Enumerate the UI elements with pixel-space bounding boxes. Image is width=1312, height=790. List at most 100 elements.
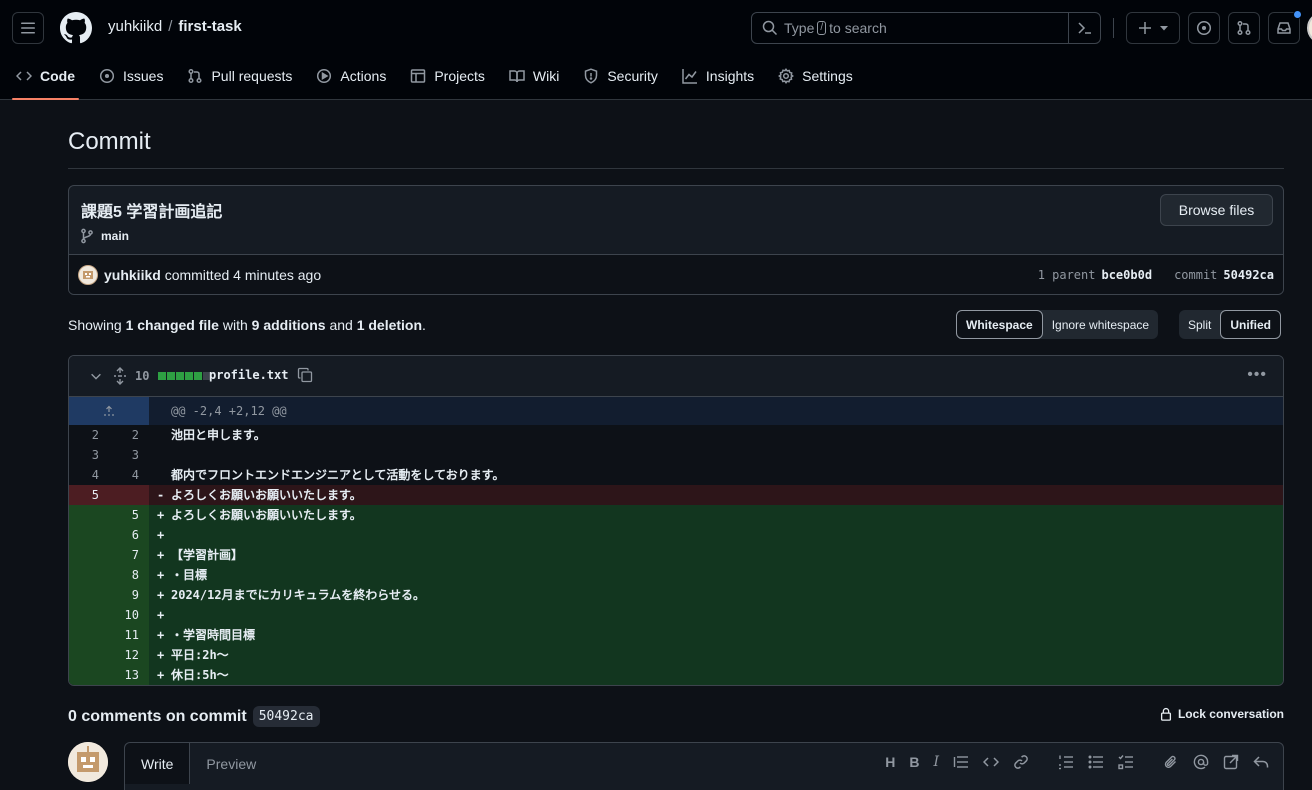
repo-name-link[interactable]: first-task: [178, 18, 241, 35]
tab-label: Issues: [123, 68, 164, 84]
bold-icon[interactable]: B: [909, 754, 919, 770]
old-line-number[interactable]: 2: [69, 425, 109, 445]
old-line-number[interactable]: [69, 645, 109, 665]
search-placeholder-prefix: Type: [784, 20, 815, 36]
new-line-number[interactable]: 6: [109, 525, 149, 545]
reference-icon[interactable]: [1223, 754, 1239, 770]
repo-owner-link[interactable]: yuhkiikd: [108, 18, 162, 35]
branch-label[interactable]: main: [79, 228, 129, 244]
italic-icon[interactable]: I: [933, 754, 939, 770]
tab-settings[interactable]: Settings: [770, 56, 861, 96]
summary-text: .: [422, 317, 426, 333]
tab-insights[interactable]: Insights: [674, 56, 762, 96]
commit-sha: 50492ca: [1223, 268, 1274, 282]
parent-sha-link[interactable]: bce0b0d: [1101, 268, 1152, 282]
old-line-number[interactable]: 3: [69, 445, 109, 465]
tab-wiki[interactable]: Wiki: [501, 56, 567, 96]
browse-files-button[interactable]: Browse files: [1160, 194, 1273, 226]
heading-icon[interactable]: H: [885, 754, 895, 770]
new-line-number[interactable]: 3: [109, 445, 149, 465]
old-line-number[interactable]: [69, 505, 109, 525]
search-input[interactable]: Type / to search: [751, 12, 1101, 44]
tab-security[interactable]: Security: [575, 56, 666, 96]
diff-line-add: 10 +: [69, 605, 1283, 625]
tab-pull-requests[interactable]: Pull requests: [179, 56, 300, 96]
chevron-down-icon: [1160, 26, 1168, 31]
reply-icon[interactable]: [1253, 754, 1269, 770]
expand-up-button[interactable]: [69, 397, 149, 425]
copy-icon[interactable]: [297, 367, 313, 383]
new-line-number[interactable]: 13: [109, 665, 149, 685]
tab-issues[interactable]: Issues: [91, 56, 171, 96]
split-option[interactable]: Split: [1179, 310, 1220, 339]
file-name-link[interactable]: profile.txt: [209, 368, 288, 382]
preview-tab[interactable]: Preview: [190, 743, 272, 784]
inbox-button[interactable]: [1268, 10, 1302, 44]
new-line-number[interactable]: 5: [109, 505, 149, 525]
tab-projects[interactable]: Projects: [402, 56, 493, 96]
tab-label: Code: [40, 68, 75, 84]
old-line-number[interactable]: [69, 605, 109, 625]
old-line-number[interactable]: [69, 565, 109, 585]
write-tab[interactable]: Write: [125, 743, 191, 784]
new-line-number[interactable]: 10: [109, 605, 149, 625]
your-pull-requests-button[interactable]: [1228, 12, 1260, 44]
chevron-down-icon[interactable]: [89, 369, 103, 383]
comments-commit-sha: 50492ca: [252, 706, 320, 727]
diff-line-ctx: 2 2 池田と申します。: [69, 425, 1283, 445]
branch-name: main: [101, 229, 130, 243]
new-line-number[interactable]: 8: [109, 565, 149, 585]
attach-icon[interactable]: [1163, 754, 1179, 770]
author-avatar[interactable]: [78, 265, 98, 285]
whitespace-option[interactable]: Whitespace: [956, 310, 1043, 339]
old-line-number[interactable]: 5: [69, 485, 109, 505]
old-line-number[interactable]: [69, 525, 109, 545]
summary-text: Showing: [68, 317, 122, 333]
diff-code: ・学習時間目標: [171, 628, 256, 642]
old-line-number[interactable]: [69, 625, 109, 645]
old-line-number[interactable]: [69, 545, 109, 565]
lock-conversation-button[interactable]: Lock conversation: [1159, 707, 1284, 721]
commit-parent-info: 1 parent bce0b0d commit 50492ca: [1038, 268, 1274, 282]
tab-label: Pull requests: [211, 68, 293, 84]
your-issues-button[interactable]: [1188, 12, 1220, 44]
link-icon[interactable]: [1013, 754, 1029, 770]
diff-code: よろしくお願いお願いいたします。: [171, 488, 362, 502]
hamburger-icon: [21, 22, 35, 34]
unified-option[interactable]: Unified: [1220, 310, 1282, 339]
old-line-number[interactable]: [69, 585, 109, 605]
hunk-range: @@ -2,4 +2,12 @@: [171, 404, 287, 418]
unfold-icon[interactable]: [113, 367, 127, 385]
new-line-number[interactable]: [109, 485, 149, 505]
ordered-list-icon[interactable]: [1058, 754, 1074, 770]
unordered-list-icon[interactable]: [1088, 754, 1104, 770]
new-line-number[interactable]: 7: [109, 545, 149, 565]
diff-code: 2024/12月までにカリキュラムを終わらせる。: [171, 588, 425, 602]
new-line-number[interactable]: 4: [109, 465, 149, 485]
code-icon[interactable]: [983, 754, 999, 770]
menu-button[interactable]: [12, 12, 44, 44]
quote-icon[interactable]: [953, 754, 969, 770]
command-palette-button[interactable]: [1068, 13, 1100, 43]
diff-sign: +: [157, 668, 165, 682]
kebab-menu-icon[interactable]: •••: [1247, 366, 1267, 384]
ignore-whitespace-option[interactable]: Ignore whitespace: [1043, 310, 1158, 339]
mention-icon[interactable]: [1193, 754, 1209, 770]
author-name[interactable]: yuhkiikd: [104, 267, 161, 283]
tab-actions[interactable]: Actions: [308, 56, 394, 96]
new-line-number[interactable]: 11: [109, 625, 149, 645]
user-avatar[interactable]: [1307, 12, 1312, 44]
new-line-number[interactable]: 2: [109, 425, 149, 445]
old-line-number[interactable]: [69, 665, 109, 685]
create-new-button[interactable]: [1126, 12, 1180, 44]
tab-code[interactable]: Code: [8, 56, 83, 100]
new-line-number[interactable]: 9: [109, 585, 149, 605]
changed-files-count[interactable]: 1 changed file: [126, 317, 219, 333]
diffstat-add-block: [185, 372, 193, 380]
github-logo-icon[interactable]: [60, 12, 92, 44]
old-line-number[interactable]: 4: [69, 465, 109, 485]
task-list-icon[interactable]: [1118, 754, 1134, 770]
new-line-number[interactable]: 12: [109, 645, 149, 665]
shield-icon: [585, 68, 598, 84]
pull-request-icon: [1237, 20, 1251, 36]
